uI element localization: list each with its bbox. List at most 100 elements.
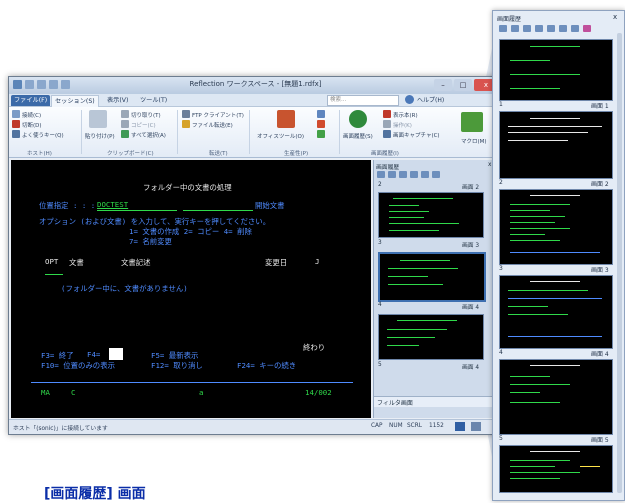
show-button[interactable]: 表示本(R)	[393, 111, 418, 119]
paste-icon	[89, 110, 107, 128]
history-thumbnail[interactable]	[499, 275, 613, 349]
history-tool-icon[interactable]	[559, 25, 567, 32]
history-tool-icon[interactable]	[410, 171, 418, 178]
start-doc-label: 開始文書	[255, 201, 285, 210]
screen-history-pane: 画面履歴 x 2 画面 2 3 画面 3 4 画面 4 5 画面 4 フィルタ画…	[373, 160, 501, 418]
office-tools-button[interactable]: オフィスツール(O)	[257, 132, 304, 140]
fkey-f4[interactable]: F4=	[87, 350, 100, 359]
window-title: Reflection ワークスペース - [無題1.rdfx]	[189, 80, 322, 88]
select-all-button[interactable]: すべて選択(A)	[131, 131, 166, 139]
history-thumbnail[interactable]	[499, 111, 613, 179]
screen-capture-button[interactable]: 画面キャプチャ(C)	[393, 131, 440, 139]
history-tool-icon[interactable]	[571, 25, 579, 32]
tab-view[interactable]: 表示(V)	[104, 95, 131, 106]
macro-icon	[461, 112, 483, 132]
layout-icon[interactable]	[455, 422, 465, 431]
ribbon: 接続(C) 切断(D) よく使うキー(Q) ホスト(H) 貼り付け(P) 切り取…	[9, 107, 502, 158]
history-thumbnail[interactable]	[499, 445, 613, 493]
filter-label[interactable]: フィルタ画面	[377, 398, 413, 407]
tab-file[interactable]: ファイル(F)	[11, 95, 51, 106]
fkey-cancel[interactable]: F12= 取り消し	[151, 360, 203, 371]
connect-icon	[12, 110, 20, 118]
screen-title: フォルダー中の文書の処理	[143, 183, 232, 192]
operation-button[interactable]: 操作(K)	[393, 121, 412, 129]
zoom-icon[interactable]	[471, 422, 481, 431]
status-num: NUM	[389, 423, 403, 429]
thumb-number: 5	[378, 362, 382, 368]
minimize-button[interactable]: –	[434, 79, 452, 91]
grid-icon[interactable]	[317, 130, 325, 138]
cursor-block	[109, 348, 123, 360]
thumb-label: 画面 2	[591, 181, 609, 188]
show-icon	[383, 110, 391, 118]
history-tool-icon[interactable]	[547, 25, 555, 32]
layout-icon[interactable]	[317, 110, 325, 118]
end-label: 終わり	[303, 343, 326, 352]
help-menu[interactable]: ヘルプ(H)	[417, 95, 444, 104]
cut-icon	[121, 110, 129, 118]
thumb-number: 5	[499, 435, 503, 442]
chart-icon[interactable]	[317, 120, 325, 128]
location-field[interactable]: DOCTEST	[97, 200, 128, 209]
terminal-screen[interactable]: フォルダー中の文書の処理 位置指定 : : : DOCTEST 開始文書 オプシ…	[11, 160, 371, 418]
fkey-more[interactable]: F24= キーの続き	[237, 360, 296, 371]
pane-title: 画面履歴	[376, 165, 400, 171]
pane-close-button[interactable]: x	[488, 162, 491, 168]
disconnect-button[interactable]: 切断(D)	[22, 121, 42, 129]
history-tool-icon[interactable]	[432, 171, 440, 178]
ribbon-tabs: ファイル(F) セッション(S) 表示(V) ツール(T) 検索... ヘルプ(…	[9, 94, 502, 107]
title-bar: Reflection ワークスペース - [無題1.rdfx] – □ x	[9, 77, 502, 95]
history-tool-icon[interactable]	[377, 171, 385, 178]
figure-caption: [画面履歴] 画面	[44, 486, 146, 502]
history-thumbnail[interactable]	[499, 189, 613, 265]
capture-icon	[383, 130, 391, 138]
thumb-number: 2	[499, 179, 503, 186]
history-tool-icon[interactable]	[399, 171, 407, 178]
thumb-label: 画面 1	[591, 103, 609, 110]
disconnect-icon	[12, 120, 20, 128]
scrollbar[interactable]	[617, 33, 622, 493]
history-tool-icon[interactable]	[511, 25, 519, 32]
tab-session[interactable]: セッション(S)	[51, 95, 99, 107]
cut-button[interactable]: 切り取り(T)	[131, 111, 161, 119]
history-thumbnail-selected[interactable]	[378, 252, 486, 302]
tab-tools[interactable]: ツール(T)	[137, 95, 170, 106]
connect-button[interactable]: 接続(C)	[22, 111, 41, 119]
macro-button[interactable]: マクロ(M)	[461, 137, 487, 145]
select-all-icon	[121, 130, 129, 138]
ftp-icon	[182, 110, 190, 118]
thumb-label: 画面 3	[462, 243, 480, 249]
copy-button[interactable]: コピー(C)	[131, 121, 156, 129]
history-thumbnail[interactable]	[499, 39, 613, 101]
group-history-label: 画面履歴(I)	[371, 151, 399, 157]
panel-close-button[interactable]: x	[613, 13, 617, 21]
status-bar: ホスト「(sonic)」に接続しています CAP NUM SCRL 1152	[9, 419, 502, 434]
fkey-position[interactable]: F10= 位置のみの表示	[41, 360, 115, 371]
office-tools-icon	[277, 110, 295, 128]
history-tool-icon[interactable]	[523, 25, 531, 32]
history-tool-icon[interactable]	[535, 25, 543, 32]
thumb-label: 画面 4	[462, 365, 480, 371]
paste-button[interactable]: 貼り付け(P)	[85, 132, 115, 140]
quick-keys-button[interactable]: よく使うキー(Q)	[22, 131, 64, 139]
history-tool-icon[interactable]	[499, 25, 507, 32]
search-input[interactable]: 検索...	[327, 95, 399, 106]
history-thumbnail[interactable]	[378, 314, 484, 360]
maximize-button[interactable]: □	[454, 79, 472, 91]
col-extra: J	[315, 257, 320, 266]
screen-history-button[interactable]: 画面履歴(S)	[343, 132, 373, 140]
location-label: 位置指定 : : :	[39, 201, 96, 210]
history-thumbnail[interactable]	[378, 192, 484, 238]
copy-icon	[121, 120, 129, 128]
history-thumbnail[interactable]	[499, 359, 613, 435]
status-c: C	[71, 388, 76, 397]
status-scrl: SCRL	[407, 423, 422, 429]
history-tool-icon[interactable]	[388, 171, 396, 178]
ftp-client-button[interactable]: FTP クライアント(T)	[192, 111, 244, 119]
history-tool-icon[interactable]	[421, 171, 429, 178]
eraser-icon[interactable]	[583, 25, 591, 32]
file-transfer-button[interactable]: ファイル転送(E)	[192, 121, 233, 129]
help-icon[interactable]	[405, 95, 414, 104]
opt-input-line[interactable]	[45, 274, 63, 275]
screen-history-panel-enlarged: 画面履歴 x 1 画面 1 2 画面 2 3 画面 3 4 画面 4 5 画面 …	[492, 10, 625, 501]
